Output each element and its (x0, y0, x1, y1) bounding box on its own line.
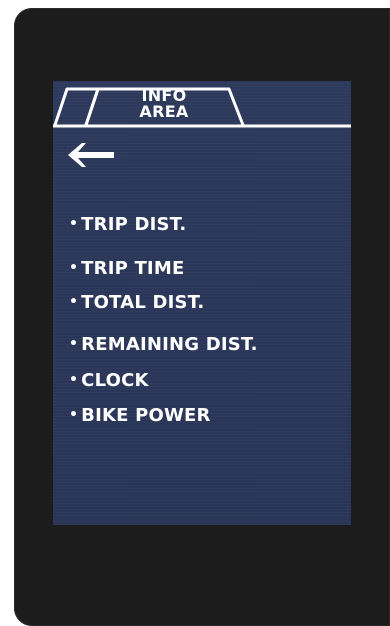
menu-item-remaining-dist[interactable]: • REMAINING DIST. (69, 333, 258, 356)
bullet: • (69, 336, 79, 352)
info-menu: • TRIP DIST. • TRIP TIME • TOTAL DIST. • REM… (53, 81, 351, 525)
bullet: • (69, 294, 79, 310)
menu-item-trip-time[interactable]: • TRIP TIME (69, 257, 184, 280)
menu-item-label: REMAINING DIST. (81, 334, 258, 355)
menu-item-label: TRIP DIST. (81, 214, 187, 235)
menu-item-clock[interactable]: • CLOCK (69, 369, 149, 392)
menu-item-total-dist[interactable]: • TOTAL DIST. (69, 291, 204, 314)
menu-item-trip-dist[interactable]: • TRIP DIST. (69, 213, 186, 236)
menu-item-label: TOTAL DIST. (81, 292, 205, 313)
menu-item-bike-power[interactable]: • BIKE POWER (69, 404, 211, 427)
bullet: • (69, 216, 79, 232)
menu-item-label: BIKE POWER (81, 405, 211, 426)
bullet: • (69, 407, 79, 423)
bullet: • (69, 372, 79, 388)
menu-item-label: TRIP TIME (81, 258, 185, 279)
menu-item-label: CLOCK (81, 370, 149, 391)
bullet: • (69, 260, 79, 276)
display-screen: INFO AREA • TRIP DIST. • TRIP TIME • TOTAL … (53, 81, 351, 525)
